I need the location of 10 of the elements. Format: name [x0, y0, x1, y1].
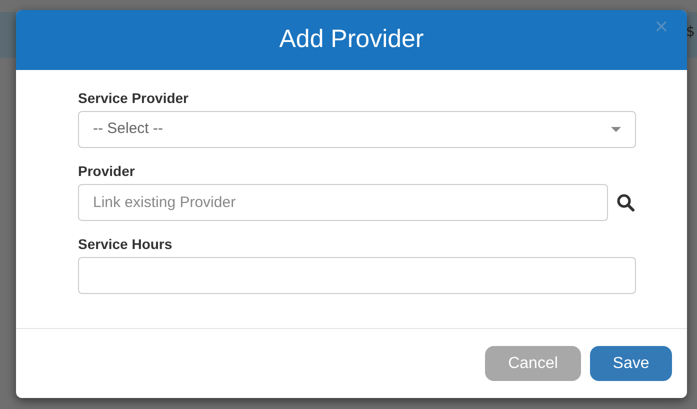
field-label: Service Provider	[78, 89, 190, 108]
caret-icon	[611, 127, 621, 132]
background-text: $	[686, 23, 695, 42]
input-field[interactable]	[78, 257, 636, 294]
field-label: Service Hours	[78, 235, 174, 254]
field-label: Provider	[78, 162, 136, 181]
select-field[interactable]: -- Select --	[78, 111, 636, 148]
input-field[interactable]: Link existing Provider	[78, 184, 608, 221]
save-button[interactable]: Save	[590, 346, 672, 381]
dialog-title: Add Provider	[279, 24, 424, 56]
